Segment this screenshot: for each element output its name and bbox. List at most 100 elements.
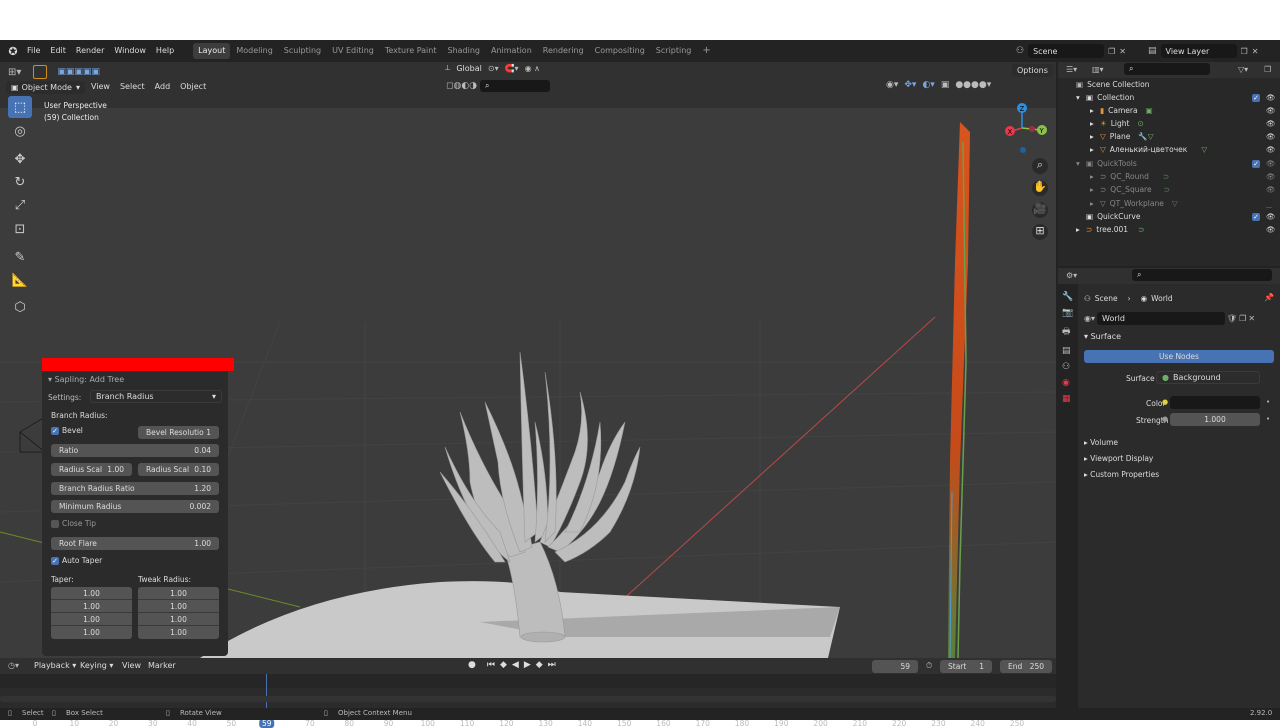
- tab-uv-editing[interactable]: UV Editing: [327, 43, 379, 59]
- taper-value-2[interactable]: 1.00: [51, 600, 132, 613]
- duplicate-scene-icon[interactable]: ❐: [1108, 47, 1115, 56]
- camera-view-icon[interactable]: 🎥: [1032, 202, 1048, 218]
- properties-search-input[interactable]: ⌕: [1132, 269, 1272, 281]
- gizmo-toggle-icon[interactable]: ✥▾: [904, 80, 916, 90]
- current-frame-field[interactable]: 59: [872, 660, 918, 673]
- color-socket-icon[interactable]: ●: [1162, 398, 1168, 406]
- filter-icon[interactable]: ▽▾: [1238, 65, 1248, 74]
- visibility-icon[interactable]: ◉▾: [886, 80, 898, 90]
- surface-shader-field[interactable]: ● Background: [1156, 371, 1260, 384]
- options-label[interactable]: Options: [1012, 64, 1053, 77]
- end-frame-field[interactable]: End 250: [1000, 660, 1052, 673]
- next-keyframe-icon[interactable]: ◆: [536, 660, 543, 670]
- color-swatch[interactable]: [1170, 396, 1260, 409]
- pivot-icon[interactable]: ⊙▾: [488, 64, 499, 73]
- mode-dropdown[interactable]: ▣ Object Mode ▾: [6, 80, 85, 94]
- cursor-tool-icon[interactable]: ◎: [8, 120, 32, 142]
- ortho-grid-icon[interactable]: ⊞: [1032, 224, 1048, 240]
- transform-orientation[interactable]: Global: [456, 64, 482, 73]
- root-flare-field[interactable]: Root Flare 1.00: [51, 537, 219, 550]
- properties-editor-icon[interactable]: ⚙▾: [1066, 271, 1077, 280]
- add-cube-tool-icon[interactable]: ⬡: [8, 296, 32, 318]
- eye-icon[interactable]: 👁: [1266, 172, 1276, 181]
- eye-icon[interactable]: 👁: [1266, 106, 1276, 115]
- menu-window[interactable]: Window: [109, 40, 151, 62]
- menu-edit[interactable]: Edit: [45, 40, 71, 62]
- outliner-item-collection[interactable]: ▾ ▣ Collection ✓ 👁: [1062, 91, 1278, 104]
- outliner-item-quickcurve[interactable]: ▣ QuickCurve ✓ 👁: [1062, 210, 1278, 223]
- select-tool-icon[interactable]: ⬚: [8, 96, 32, 118]
- scene-field[interactable]: Scene: [1028, 44, 1105, 58]
- strength-socket-icon[interactable]: ●: [1162, 415, 1168, 423]
- menu-render[interactable]: Render: [71, 40, 109, 62]
- outliner-editor-icon[interactable]: ☰▾: [1066, 65, 1077, 74]
- tool-tab-icon[interactable]: 🔧: [1062, 292, 1073, 302]
- render-tab-icon[interactable]: 📷: [1062, 308, 1073, 318]
- texture-tab-icon[interactable]: ▦: [1062, 394, 1073, 404]
- eye-icon[interactable]: 👁: [1266, 185, 1276, 194]
- eye-icon[interactable]: 👁: [1266, 132, 1276, 141]
- view-filter-icons[interactable]: ◻◍◐◑: [446, 81, 477, 91]
- stopwatch-icon[interactable]: ⏱: [926, 661, 932, 671]
- taper-value-3[interactable]: 1.00: [51, 613, 132, 626]
- viewport-display-section-header[interactable]: ▸ Viewport Display: [1084, 454, 1153, 463]
- timeline-editor-icon[interactable]: ◷▾: [8, 661, 19, 670]
- eye-icon[interactable]: 👁: [1266, 159, 1276, 168]
- world-name-field[interactable]: World: [1097, 312, 1225, 325]
- output-tab-icon[interactable]: 🖶: [1062, 324, 1073, 340]
- new-world-icon[interactable]: ❐: [1239, 314, 1246, 323]
- play-icon[interactable]: ▶: [524, 660, 531, 670]
- keyframe-dot-icon[interactable]: •: [1266, 398, 1270, 406]
- transform-orientation-icon[interactable]: ⟂: [445, 63, 450, 73]
- annotate-tool-icon[interactable]: ✎: [8, 246, 32, 268]
- surface-section-header[interactable]: ▾ Surface: [1084, 332, 1121, 341]
- 3d-viewport[interactable]: ⊞▾ ▣▣▣▣▣ ⟂ Global ⊙▾ 🧲▾ ◉ ∧ ◻◍◐◑ ⌕ Optio…: [0, 62, 1056, 658]
- close-scene-icon[interactable]: ✕: [1119, 47, 1126, 56]
- eye-closed-icon[interactable]: ‿: [1266, 199, 1272, 208]
- bevel-resolution-field[interactable]: Bevel Resolutio 1: [138, 426, 219, 439]
- transform-tool-icon[interactable]: ⊡: [8, 218, 32, 240]
- taper-value-1[interactable]: 1.00: [51, 587, 132, 600]
- viewport-search-input[interactable]: ⌕: [480, 80, 551, 92]
- prev-keyframe-icon[interactable]: ◆: [500, 660, 507, 670]
- keyframe-dot-icon[interactable]: •: [1266, 415, 1270, 423]
- eye-icon[interactable]: 👁: [1266, 119, 1276, 128]
- redo-panel-title[interactable]: ▾ Sapling: Add Tree: [48, 375, 124, 384]
- view-layer-field[interactable]: View Layer: [1160, 44, 1237, 58]
- blender-logo-icon[interactable]: ✪: [4, 45, 22, 58]
- menu-file[interactable]: File: [22, 40, 45, 62]
- outliner-item-quicktools[interactable]: ▾ ▣ QuickTools ✓ 👁: [1062, 157, 1278, 170]
- branch-radius-ratio-field[interactable]: Branch Radius Ratio 1.20: [51, 482, 219, 495]
- outliner-scene-collection[interactable]: ▣ Scene Collection: [1062, 78, 1278, 91]
- jump-start-icon[interactable]: ⏮: [487, 660, 495, 670]
- scene-tab-icon[interactable]: ⚇: [1062, 362, 1073, 372]
- fake-user-icon[interactable]: 🛡: [1227, 314, 1237, 323]
- unlink-world-icon[interactable]: ✕: [1248, 314, 1255, 323]
- scene-icon[interactable]: ⚇: [1016, 46, 1024, 56]
- strength-field[interactable]: 1.000: [1170, 413, 1260, 426]
- tweak-value-1[interactable]: 1.00: [138, 587, 219, 600]
- navigation-gizmo[interactable]: Z Y X: [996, 98, 1052, 158]
- settings-dropdown[interactable]: Branch Radius ▾: [90, 390, 222, 403]
- options-button[interactable]: Options: [1012, 64, 1053, 77]
- move-tool-icon[interactable]: ✥: [8, 148, 32, 170]
- new-collection-icon[interactable]: ❐: [1264, 65, 1271, 74]
- rotate-tool-icon[interactable]: ↻: [8, 171, 32, 193]
- start-frame-field[interactable]: Start 1: [940, 660, 992, 673]
- tweak-value-2[interactable]: 1.00: [138, 600, 219, 613]
- viewport-menu-object[interactable]: Object: [176, 80, 210, 94]
- editor-type-icon[interactable]: ⊞▾: [8, 67, 21, 78]
- pan-hand-icon[interactable]: ✋: [1032, 180, 1048, 196]
- tab-sculpting[interactable]: Sculpting: [279, 43, 326, 59]
- select-box-tool-icon[interactable]: [33, 65, 48, 79]
- close-tip-checkbox[interactable]: Close Tip: [51, 519, 96, 528]
- auto-taper-checkbox[interactable]: ✓ Auto Taper: [51, 556, 102, 565]
- outliner-item-qc-square[interactable]: ▸ ⊃ QC_Square ⊃ 👁: [1062, 183, 1278, 196]
- measure-tool-icon[interactable]: 📐: [8, 269, 32, 291]
- tab-animation[interactable]: Animation: [486, 43, 537, 59]
- outliner-item-flower[interactable]: ▸ ▽ Аленький-цветочек ▽ 👁: [1062, 143, 1278, 156]
- xray-icon[interactable]: ▣: [941, 80, 950, 90]
- tab-scripting[interactable]: Scripting: [651, 43, 697, 59]
- duplicate-view-layer-icon[interactable]: ❐: [1241, 47, 1248, 56]
- eye-icon[interactable]: 👁: [1266, 225, 1276, 234]
